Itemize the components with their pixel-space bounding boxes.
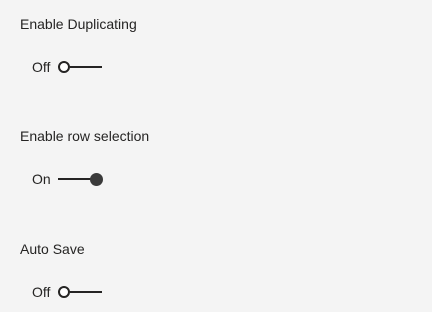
toggle-switch[interactable] <box>58 59 104 75</box>
toggle-track-line <box>70 66 102 68</box>
toggle-enable-row-selection[interactable]: On <box>32 169 104 189</box>
settings-panel: Enable Duplicating Off Enable row select… <box>0 0 432 312</box>
setting-label-enable-duplicating: Enable Duplicating <box>20 16 137 32</box>
toggle-knob <box>58 61 70 73</box>
toggle-track-line <box>58 178 92 180</box>
toggle-state-label: Off <box>32 59 51 75</box>
toggle-knob <box>90 172 103 186</box>
toggle-auto-save[interactable]: Off <box>32 282 104 302</box>
setting-label-auto-save: Auto Save <box>20 241 85 257</box>
toggle-state-label: Off <box>32 284 51 300</box>
toggle-track-line <box>70 291 102 293</box>
setting-label-enable-row-selection: Enable row selection <box>20 128 150 144</box>
setting-enable-row-selection: Enable row selection On <box>20 127 400 187</box>
toggle-state-label: On <box>32 171 51 187</box>
setting-enable-duplicating: Enable Duplicating Off <box>20 15 400 75</box>
toggle-knob <box>58 286 70 298</box>
toggle-switch[interactable] <box>58 171 104 187</box>
toggle-switch[interactable] <box>58 284 104 300</box>
toggle-enable-duplicating[interactable]: Off <box>32 57 104 77</box>
setting-auto-save: Auto Save Off <box>20 240 400 300</box>
